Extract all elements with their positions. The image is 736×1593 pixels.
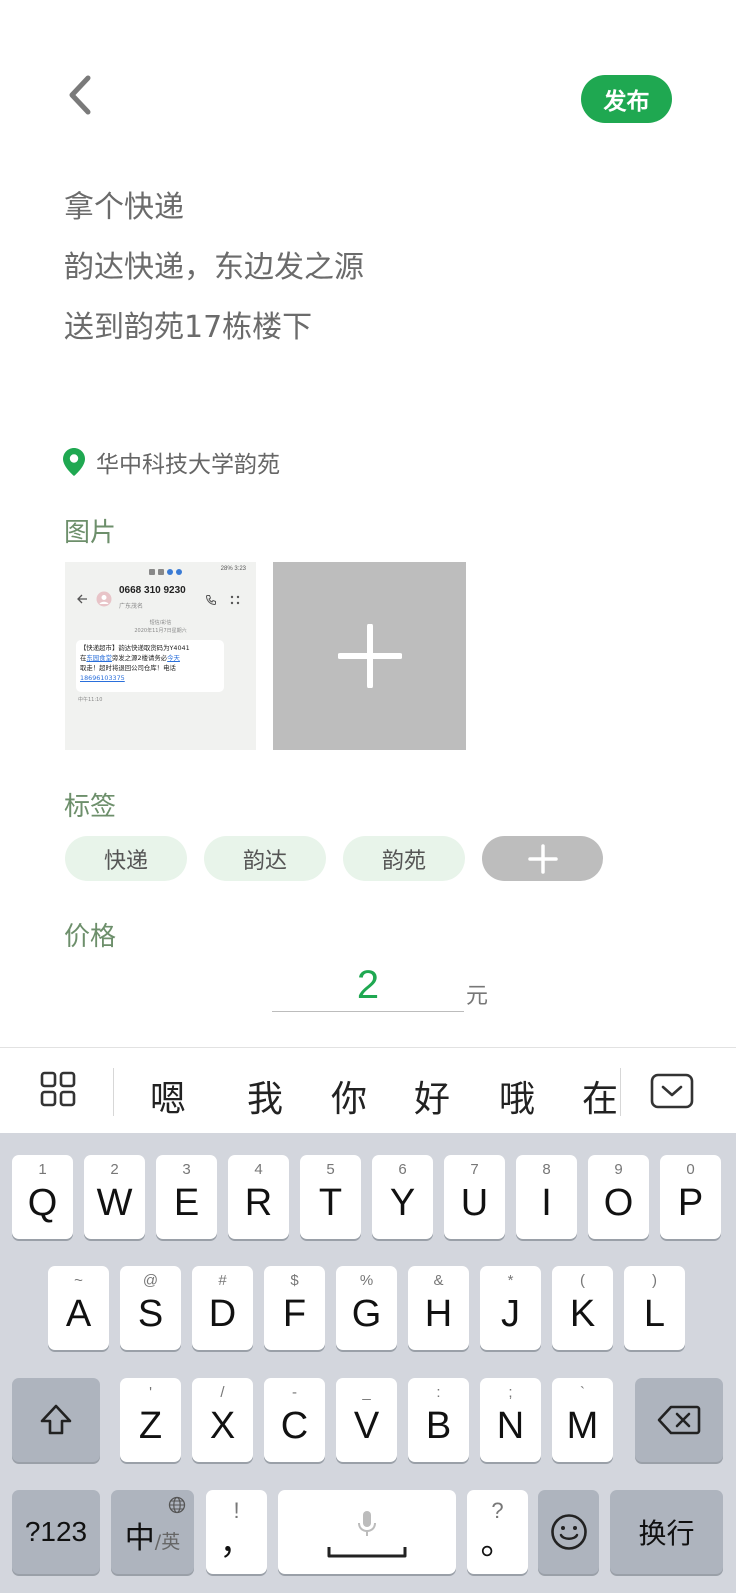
- thumb-meta-line-2: 2020年11月7日星期六: [134, 628, 187, 634]
- tag-chip[interactable]: 韵苑: [343, 836, 465, 881]
- thumb-meta-line-1: 短信/彩信: [149, 620, 172, 626]
- key-a[interactable]: ~ A: [48, 1266, 109, 1350]
- language-sub-label: /英: [154, 1530, 181, 1553]
- back-button[interactable]: [60, 70, 104, 120]
- key-e[interactable]: 3E: [156, 1155, 217, 1239]
- key-f[interactable]: $ F: [264, 1266, 325, 1350]
- backspace-icon: [657, 1405, 701, 1435]
- price-unit: 元: [466, 984, 489, 1009]
- price-input[interactable]: [272, 960, 464, 1012]
- candidate-word[interactable]: 嗯: [150, 1070, 186, 1122]
- key-t[interactable]: 5T: [300, 1155, 361, 1239]
- key-c[interactable]: -C: [264, 1378, 325, 1462]
- shift-key[interactable]: [12, 1378, 100, 1462]
- description-line-3[interactable]: 送到韵苑17栋楼下: [64, 302, 312, 346]
- key-i[interactable]: 8I: [516, 1155, 577, 1239]
- comma-key[interactable]: ! ，: [206, 1490, 267, 1574]
- key-p[interactable]: 0P: [660, 1155, 721, 1239]
- key-r[interactable]: 4R: [228, 1155, 289, 1239]
- thumb-message-time: 中午11:10: [78, 697, 103, 703]
- thumb-back-arrow-icon: [77, 594, 87, 604]
- candidate-word[interactable]: 你: [331, 1070, 367, 1122]
- key-l[interactable]: ) L: [624, 1266, 685, 1350]
- key-h[interactable]: & H: [408, 1266, 469, 1350]
- key-x[interactable]: / X: [192, 1378, 253, 1462]
- key-o[interactable]: 9O: [588, 1155, 649, 1239]
- microphone-icon: [358, 1511, 376, 1536]
- key-d[interactable]: # D: [192, 1266, 253, 1350]
- ime-menu-button[interactable]: [40, 1071, 80, 1111]
- key-j[interactable]: * J: [480, 1266, 541, 1350]
- divider: [620, 1068, 621, 1116]
- chevron-left-icon: [69, 75, 91, 115]
- add-tag-button[interactable]: [482, 836, 603, 881]
- thumb-message-line-2: 在东园食堂旁发之源2楼请务必今天: [80, 654, 180, 662]
- photos-label: 图片: [64, 518, 117, 548]
- key-w[interactable]: 2W: [84, 1155, 145, 1239]
- period-key[interactable]: ? 。: [467, 1490, 528, 1574]
- thumb-contact-avatar-icon: [96, 591, 112, 607]
- thumb-message-link: 18696103375: [80, 674, 125, 682]
- key-z[interactable]: ' Z: [120, 1378, 181, 1462]
- thumb-phone-number: 0668 310 9230: [119, 585, 186, 596]
- key-u[interactable]: 7U: [444, 1155, 505, 1239]
- language-switch-key[interactable]: 中/英: [111, 1490, 194, 1574]
- emoji-key[interactable]: [538, 1490, 599, 1574]
- thumb-message-bubble: 【快递超市】韵达快递取货码为Y4041 在东园食堂旁发之源2楼请务必今天 取走！…: [76, 640, 224, 692]
- key-s[interactable]: @ S: [120, 1266, 181, 1350]
- thumb-call-icon: [205, 595, 216, 606]
- location-selector[interactable]: 华中科技大学韵苑: [62, 444, 280, 480]
- location-text: 华中科技大学韵苑: [96, 452, 280, 478]
- candidate-word[interactable]: 我: [247, 1070, 283, 1122]
- emoji-icon: [550, 1514, 587, 1550]
- location-pin-icon: [63, 448, 85, 476]
- numbers-key[interactable]: ?123: [12, 1490, 100, 1574]
- publish-button[interactable]: 发布: [581, 75, 672, 123]
- space-bar-icon: [327, 1547, 407, 1558]
- plus-icon: [337, 624, 402, 688]
- thumb-more-icon: [230, 595, 240, 605]
- tag-chip[interactable]: 韵达: [204, 836, 326, 881]
- add-photo-button[interactable]: [273, 562, 466, 750]
- shift-icon: [40, 1404, 72, 1435]
- thumb-message-line-3: 取走！超时将退回公司仓库！电话: [80, 664, 176, 672]
- price-label: 价格: [64, 922, 117, 952]
- thumb-message-line-1: 【快递超市】韵达快递取货码为Y4041: [80, 644, 190, 652]
- key-m[interactable]: ` M: [552, 1378, 613, 1462]
- description-line-1[interactable]: 拿个快递: [64, 182, 184, 226]
- tags-label: 标签: [64, 792, 117, 822]
- grid-icon: [40, 1071, 76, 1107]
- candidate-word[interactable]: 哦: [499, 1070, 535, 1122]
- key-k[interactable]: (K: [552, 1266, 613, 1350]
- keyboard-collapse-icon: [650, 1073, 694, 1109]
- key-b[interactable]: :B: [408, 1378, 469, 1462]
- key-v[interactable]: _ V: [336, 1378, 397, 1462]
- ime-candidate-bar: 嗯 我 你 好 哦 在: [0, 1047, 736, 1133]
- candidate-word[interactable]: 好: [414, 1070, 450, 1122]
- candidate-word[interactable]: 在: [582, 1070, 618, 1122]
- space-key[interactable]: [278, 1490, 456, 1574]
- hide-keyboard-button[interactable]: [650, 1072, 694, 1112]
- backspace-key[interactable]: [635, 1378, 723, 1462]
- key-g[interactable]: % G: [336, 1266, 397, 1350]
- keyboard: 1Q 2W 3E 4R 5T 6Y 7U 8I 9O 0P ~ A @ S # D $…: [0, 1133, 736, 1593]
- thumb-status-icons: [149, 569, 189, 575]
- thumb-status-bar: 28% 3:23: [220, 566, 246, 572]
- key-n[interactable]: ; N: [480, 1378, 541, 1462]
- key-y[interactable]: 6Y: [372, 1155, 433, 1239]
- key-q[interactable]: 1Q: [12, 1155, 73, 1239]
- plus-icon: [527, 843, 558, 874]
- language-main-label: 中: [124, 1521, 155, 1556]
- thumb-region: 广东茂名: [119, 603, 144, 610]
- divider: [113, 1068, 114, 1116]
- tag-chip[interactable]: 快递: [65, 836, 187, 881]
- description-line-2[interactable]: 韵达快递，东边发之源: [64, 242, 364, 286]
- enter-key[interactable]: 换行: [610, 1490, 723, 1574]
- photo-thumbnail[interactable]: 28% 3:23 0668 310 9230 广东茂名 短信/彩信 2020年1…: [65, 562, 256, 750]
